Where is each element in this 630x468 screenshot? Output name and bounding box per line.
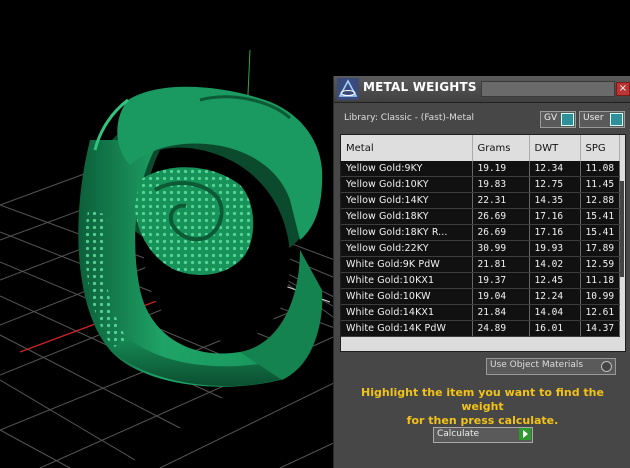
instructions-text: Highlight the item you want to find the … bbox=[344, 386, 621, 428]
table-row[interactable]: Yellow Gold:18KY 26.69 17.16 15.41 bbox=[341, 208, 620, 225]
table-row[interactable]: Yellow Gold:10KY 19.83 12.75 11.45 bbox=[341, 176, 620, 193]
column-header-metal[interactable]: Metal bbox=[341, 135, 473, 161]
dwt-value: 14.35 bbox=[529, 192, 581, 209]
metal-weights-panel: METAL WEIGHTS × Library: Classic - (Fast… bbox=[333, 76, 630, 468]
library-label: Library: Classic - (Fast)-Metal bbox=[344, 113, 475, 123]
dwt-value: 12.45 bbox=[529, 272, 581, 289]
title-bar-field bbox=[481, 81, 615, 97]
table-header-row: Metal Grams DWT SPG bbox=[341, 135, 620, 161]
column-header-dwt[interactable]: DWT bbox=[529, 135, 581, 161]
grams-value: 19.37 bbox=[472, 272, 530, 289]
toggle-indicator-icon bbox=[610, 113, 623, 126]
table-row[interactable]: White Gold:14K PdW 24.89 16.01 14.37 bbox=[341, 320, 620, 337]
metal-name: White Gold:10KX1 bbox=[341, 272, 473, 289]
spg-value: 12.59 bbox=[580, 256, 620, 273]
dwt-value: 17.16 bbox=[529, 208, 581, 225]
table-row[interactable]: Yellow Gold:18KY R... 26.69 17.16 15.41 bbox=[341, 224, 620, 241]
table-row[interactable]: White Gold:14KX1 21.84 14.04 12.61 bbox=[341, 304, 620, 321]
dwt-value: 14.02 bbox=[529, 256, 581, 273]
dwt-value: 12.75 bbox=[529, 176, 581, 193]
calculate-label: Calculate bbox=[437, 429, 480, 439]
metal-name: White Gold:10KW bbox=[341, 288, 473, 305]
calculate-button[interactable]: Calculate bbox=[433, 427, 533, 443]
column-header-spg[interactable]: SPG bbox=[580, 135, 620, 161]
instruction-line-2: for then press calculate. bbox=[406, 414, 559, 427]
spg-value: 10.99 bbox=[580, 288, 620, 305]
spg-value: 11.45 bbox=[580, 176, 620, 193]
table-row[interactable]: White Gold:10KX1 19.37 12.45 11.18 bbox=[341, 272, 620, 289]
table-row[interactable]: Yellow Gold:14KY 22.31 14.35 12.88 bbox=[341, 192, 620, 209]
vertical-scrollbar[interactable] bbox=[620, 163, 624, 333]
metal-name: Yellow Gold:9KY bbox=[341, 161, 473, 177]
user-toggle[interactable]: User bbox=[579, 111, 625, 128]
metal-name: Yellow Gold:22KY bbox=[341, 240, 473, 257]
dwt-value: 14.04 bbox=[529, 304, 581, 321]
grams-value: 19.83 bbox=[472, 176, 530, 193]
metal-name: Yellow Gold:10KY bbox=[341, 176, 473, 193]
grams-value: 22.31 bbox=[472, 192, 530, 209]
metal-name: Yellow Gold:18KY R... bbox=[341, 224, 473, 241]
table-row[interactable]: White Gold:9K PdW 21.81 14.02 12.59 bbox=[341, 256, 620, 273]
user-toggle-label: User bbox=[583, 113, 604, 123]
ring-model bbox=[78, 86, 323, 387]
table-row[interactable]: Yellow Gold:9KY 19.19 12.34 11.08 bbox=[341, 161, 620, 177]
dwt-value: 19.93 bbox=[529, 240, 581, 257]
panel-titlebar[interactable]: METAL WEIGHTS × bbox=[334, 76, 630, 103]
metal-name: Yellow Gold:14KY bbox=[341, 192, 473, 209]
dwt-value: 12.24 bbox=[529, 288, 581, 305]
dwt-value: 12.34 bbox=[529, 161, 581, 177]
metal-name: White Gold:9K PdW bbox=[341, 256, 473, 273]
metal-name: White Gold:14K PdW bbox=[341, 320, 473, 337]
grams-value: 26.69 bbox=[472, 224, 530, 241]
radio-icon[interactable] bbox=[601, 361, 612, 372]
grams-value: 21.84 bbox=[472, 304, 530, 321]
table-row[interactable]: White Gold:10KW 19.04 12.24 10.99 bbox=[341, 288, 620, 305]
spg-value: 17.89 bbox=[580, 240, 620, 257]
scrollbar-thumb[interactable] bbox=[620, 181, 624, 277]
panel-title: METAL WEIGHTS bbox=[363, 80, 477, 94]
grams-value: 19.04 bbox=[472, 288, 530, 305]
use-object-materials-option[interactable]: Use Object Materials bbox=[486, 358, 616, 375]
grams-value: 19.19 bbox=[472, 161, 530, 177]
instruction-line-1: Highlight the item you want to find the … bbox=[361, 386, 604, 413]
grams-value: 21.81 bbox=[472, 256, 530, 273]
gv-toggle-label: GV bbox=[544, 113, 558, 123]
dwt-value: 17.16 bbox=[529, 224, 581, 241]
gv-toggle[interactable]: GV bbox=[540, 111, 576, 128]
triangle-logo-icon bbox=[337, 78, 359, 100]
grams-value: 24.89 bbox=[472, 320, 530, 337]
close-icon[interactable]: × bbox=[616, 82, 630, 96]
metal-name: Yellow Gold:18KY bbox=[341, 208, 473, 225]
grams-value: 26.69 bbox=[472, 208, 530, 225]
table-row[interactable]: Yellow Gold:22KY 30.99 19.93 17.89 bbox=[341, 240, 620, 257]
play-icon bbox=[519, 428, 531, 440]
spg-value: 14.37 bbox=[580, 320, 620, 337]
column-header-grams[interactable]: Grams bbox=[472, 135, 530, 161]
spg-value: 15.41 bbox=[580, 224, 620, 241]
spg-value: 11.08 bbox=[580, 161, 620, 177]
toggle-indicator-icon bbox=[561, 113, 574, 126]
grams-value: 30.99 bbox=[472, 240, 530, 257]
metal-weights-table: Metal Grams DWT SPG Yellow Gold:9KY 19.19… bbox=[340, 134, 626, 352]
spg-value: 12.88 bbox=[580, 192, 620, 209]
dwt-value: 16.01 bbox=[529, 320, 581, 337]
spg-value: 15.41 bbox=[580, 208, 620, 225]
use-object-materials-label: Use Object Materials bbox=[490, 360, 584, 370]
metal-name: White Gold:14KX1 bbox=[341, 304, 473, 321]
spg-value: 12.61 bbox=[580, 304, 620, 321]
spg-value: 11.18 bbox=[580, 272, 620, 289]
